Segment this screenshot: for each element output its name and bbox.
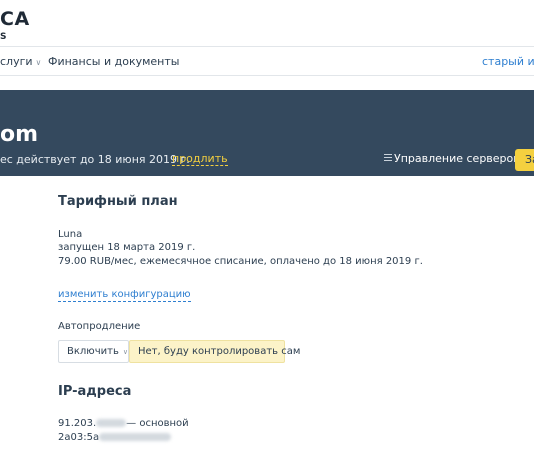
plan-price: 79.00 RUB/мес, ежемесячное списание, опл… — [58, 256, 423, 267]
nav-item-finance[interactable]: Финансы и документы — [48, 55, 179, 68]
nav-item-services[interactable]: слуги ∨ — [0, 55, 41, 68]
brand-logo-text: CA — [0, 8, 30, 30]
chevron-down-icon: ∨ — [35, 58, 42, 67]
redacted-value — [96, 419, 127, 427]
ipv4-address-row: 91.203. — основной — [58, 418, 189, 429]
brand-logo-subtext: S — [0, 32, 10, 42]
menu-icon — [384, 154, 392, 161]
plan-name: Luna — [58, 229, 83, 240]
nav-item-services-label: слуги — [0, 55, 33, 68]
ipv6-address: 2a03:5a — [58, 432, 100, 443]
server-action-button[interactable]: За — [515, 149, 534, 171]
chevron-down-icon: ∨ — [122, 348, 128, 356]
ipv4-address-note: — основной — [126, 418, 189, 429]
autorenew-select-value: Включить — [67, 346, 119, 357]
server-status: ес действует до 18 июня 2019 г. — [0, 153, 190, 166]
server-header: om ес действует до 18 июня 2019 г. продл… — [0, 90, 534, 176]
ipv6-address-row: 2a03:5a — [58, 432, 172, 443]
autorenew-select[interactable]: Включить ∨ — [58, 340, 129, 363]
manage-server-label: Управление сервером — [394, 152, 522, 165]
autorenew-label: Автопродление — [58, 321, 141, 332]
ip-heading: IP-адреса — [58, 384, 132, 399]
plan-heading: Тарифный план — [58, 194, 178, 209]
plan-started: запущен 18 марта 2019 г. — [58, 242, 196, 253]
renew-link[interactable]: продлить — [172, 153, 228, 166]
manage-server-button[interactable]: Управление сервером — [384, 152, 522, 165]
redacted-value — [99, 433, 172, 441]
nav-item-finance-label: Финансы и документы — [48, 55, 180, 68]
server-title: om — [0, 122, 39, 147]
autorenew-manual-button[interactable]: Нет, буду контролировать сам — [129, 340, 300, 363]
change-configuration-link[interactable]: изменить конфигурацию — [58, 289, 191, 302]
ipv4-address: 91.203. — [58, 418, 97, 429]
top-navigation: слуги∨ Финансы и документы старый инте — [0, 46, 534, 76]
old-interface-link[interactable]: старый инте — [482, 55, 534, 68]
